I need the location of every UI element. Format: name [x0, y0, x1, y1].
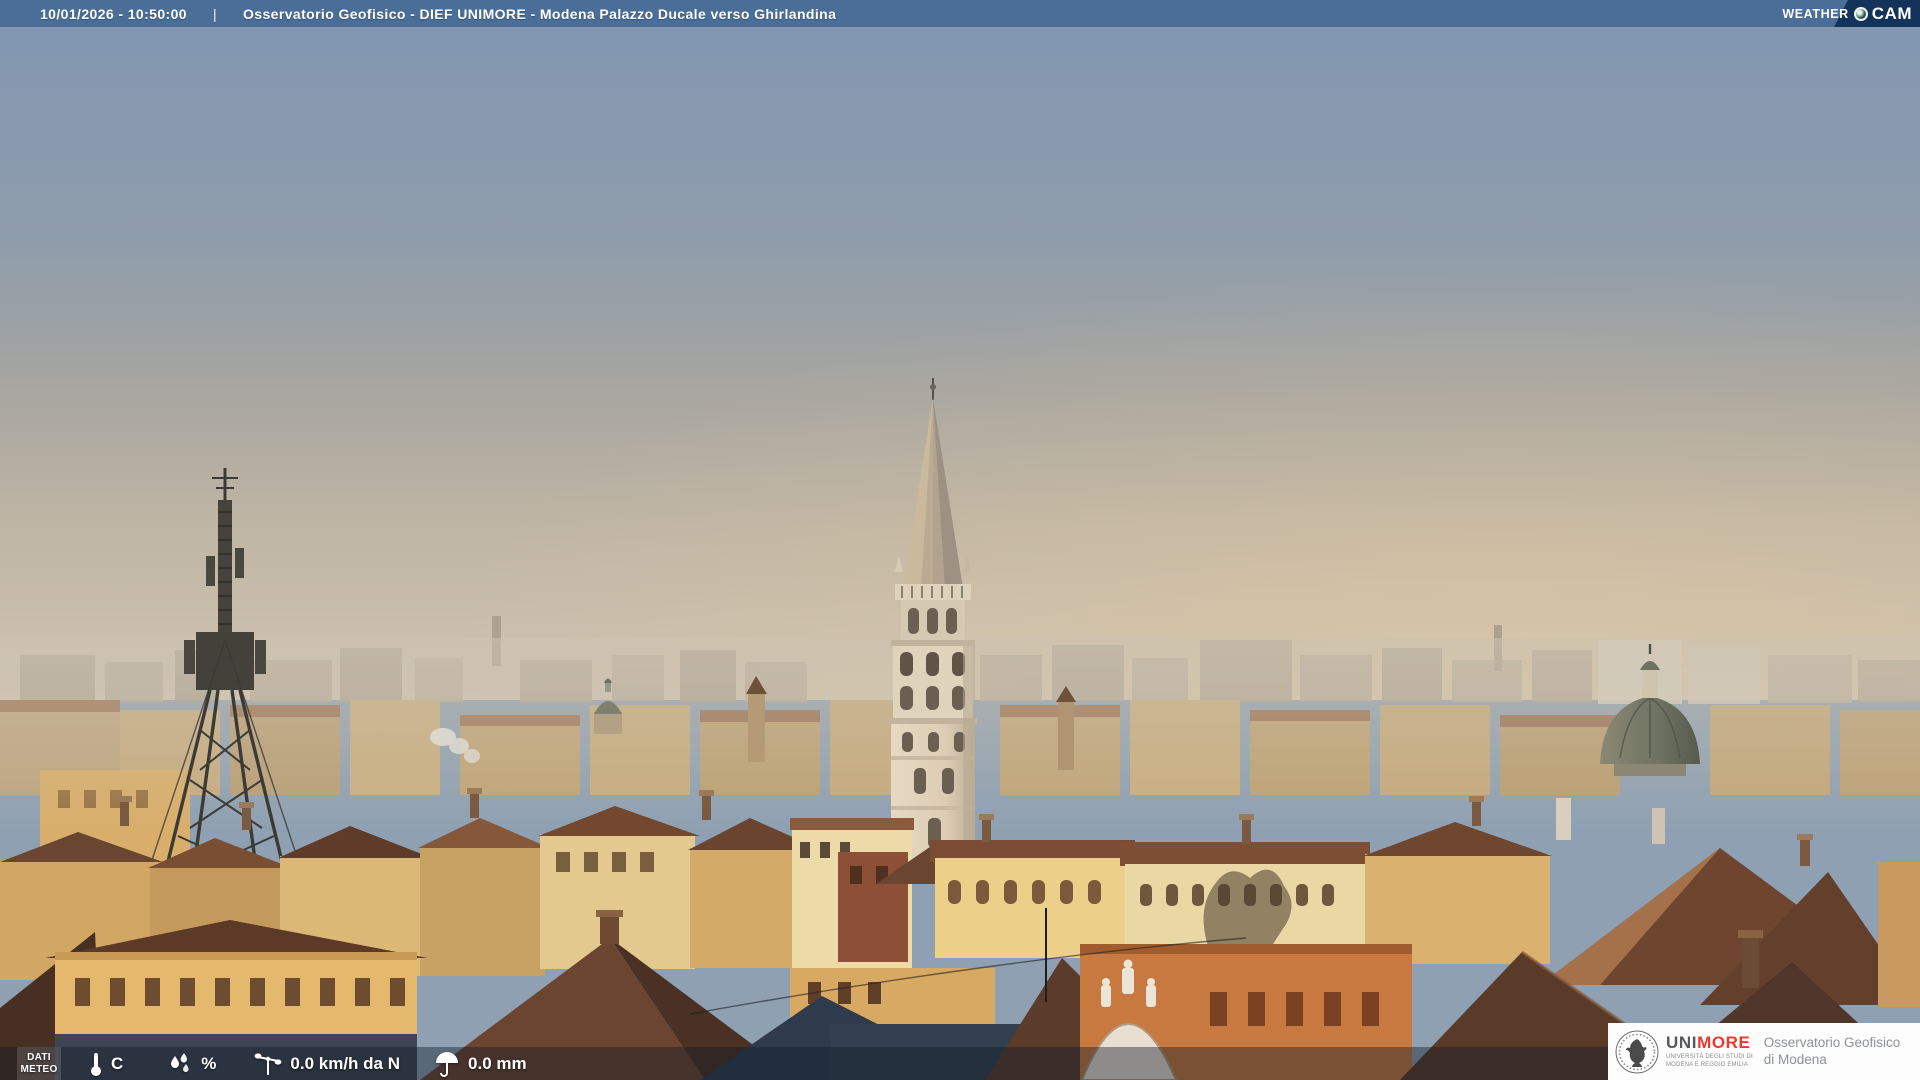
humidity-unit: % [201, 1053, 217, 1073]
wind-value: 0.0 km/h da N [290, 1053, 401, 1073]
brand-uni: UNI [1666, 1033, 1698, 1052]
thermometer-icon [91, 1052, 101, 1076]
weathercam-brand-right: CAM [1871, 3, 1912, 23]
humidity-drops-icon [171, 1052, 189, 1072]
camera-title: Osservatorio Geofisico - DIEF UNIMORE - … [243, 5, 837, 22]
separator: | [212, 5, 217, 22]
header-bar: 10/01/2026 - 10:50:00 | Osservatorio Geo… [0, 0, 1920, 27]
rain-reading: 0.0 mm [434, 1051, 527, 1077]
umbrella-icon [436, 1051, 459, 1077]
weathercam-brand-left: Weather [1782, 6, 1849, 21]
city-panorama [0, 0, 1920, 1080]
unimore-seal-icon [1615, 1030, 1659, 1073]
temperature-unit: C [111, 1053, 124, 1073]
meteo-label: DATI METEO [17, 1047, 61, 1080]
webcam-frame: 10/01/2026 - 10:50:00 | Osservatorio Geo… [0, 0, 1920, 1080]
brand-more: MORE [1697, 1033, 1751, 1052]
weathercam-lens-icon [1853, 6, 1868, 21]
timestamp: 10/01/2026 - 10:50:00 [40, 5, 187, 22]
temperature-reading: C [89, 1051, 123, 1077]
anemometer-icon [255, 1052, 282, 1075]
brand-subtitle-line2: MODENA E REGGIO EMILIA [1666, 1061, 1748, 1068]
weathercam-logo: Weather CAM [1782, 0, 1920, 27]
unimore-logo-box: UNIMORE UNIVERSITÀ DEGLI STUDI DI MODENA… [1608, 1023, 1920, 1080]
brand-subtitle-line1: UNIVERSITÀ DEGLI STUDI DI [1666, 1054, 1753, 1060]
unimore-brand: UNIMORE UNIVERSITÀ DEGLI STUDI DI MODENA… [1666, 1034, 1753, 1069]
wind-reading: 0.0 km/h da N [254, 1051, 400, 1077]
humidity-reading: % [167, 1052, 216, 1076]
observatory-name: Osservatorio Geofisico di Modena [1763, 1034, 1901, 1067]
rain-value: 0.0 mm [468, 1053, 527, 1073]
